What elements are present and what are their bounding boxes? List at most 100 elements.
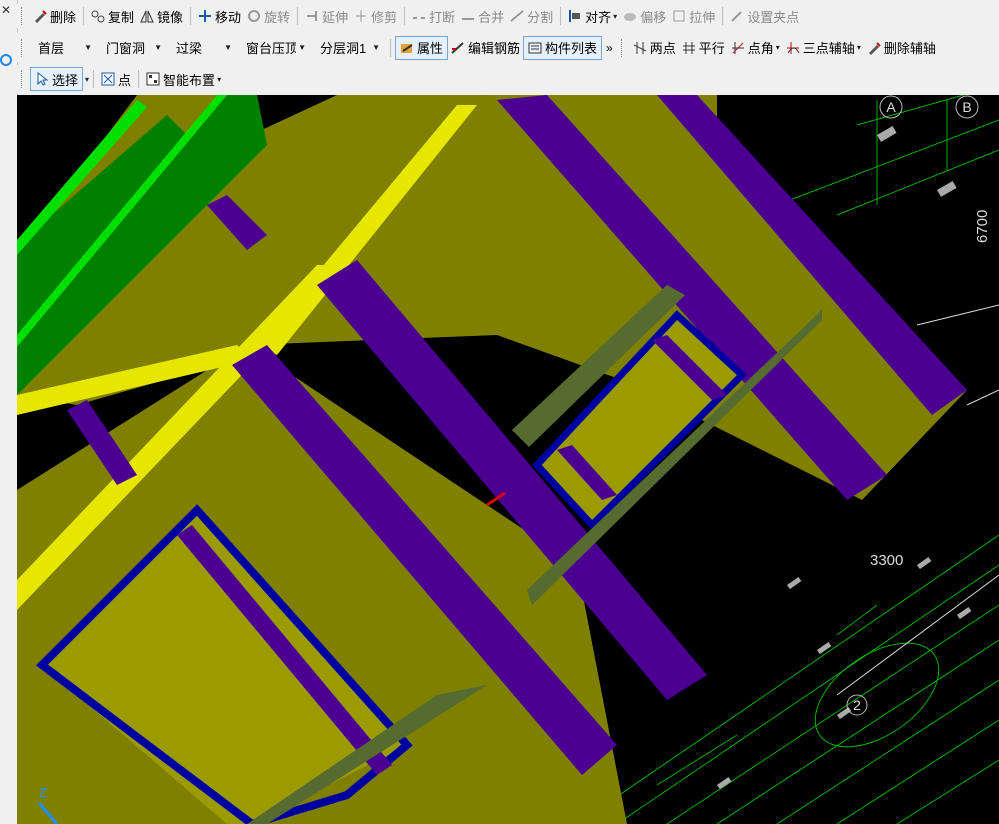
merge-button[interactable]: 合并 <box>458 5 507 27</box>
point-button[interactable]: 点 <box>98 68 134 90</box>
component-list-label: 构件列表 <box>545 41 598 56</box>
dimension-6700: 6700 <box>974 210 991 243</box>
toolbar-grip[interactable] <box>620 38 625 57</box>
point-angle-button[interactable]: 点角 ▾ <box>728 37 783 59</box>
merge-icon <box>461 9 475 23</box>
chevron-down-icon: ▾ <box>613 11 618 21</box>
stretch-icon <box>672 9 686 23</box>
chevron-down-icon: ▾ <box>856 43 861 52</box>
smart-layout-button[interactable]: 智能布置 ▾ <box>143 68 224 90</box>
type-select[interactable]: 过梁 ▼ <box>168 37 238 59</box>
offset-icon <box>623 9 637 23</box>
point-icon <box>101 72 115 86</box>
three-point-axis-button[interactable]: 三点辅轴 ▾ <box>783 37 864 59</box>
panel-pin-icon[interactable] <box>0 54 12 66</box>
point-angle-icon <box>731 41 745 55</box>
dimension-3300: 3300 <box>870 552 903 569</box>
toolbar-grip[interactable] <box>21 38 25 57</box>
component-value: 窗台压顶 <box>246 41 296 56</box>
select-label: 选择 <box>52 72 79 88</box>
offset-label: 偏移 <box>640 9 667 25</box>
rotate-button[interactable]: 旋转 <box>244 5 293 27</box>
properties-button[interactable]: 属性 <box>395 35 449 60</box>
z-axis-label: Z <box>39 785 47 800</box>
move-label: 移动 <box>215 9 242 25</box>
axis-b-label: B <box>962 99 971 115</box>
chevron-down-icon: ▼ <box>372 43 380 52</box>
chevron-down-icon: ▼ <box>224 43 232 52</box>
align-button[interactable]: 对齐 ▾ <box>565 5 620 27</box>
separator <box>560 7 562 25</box>
parallel-label: 平行 <box>698 41 725 56</box>
layer-select[interactable]: 分层洞1 ▼ <box>312 37 386 59</box>
delete-axis-label: 删除辅轴 <box>883 41 936 56</box>
separator <box>722 7 724 25</box>
component-list-button[interactable]: 构件列表 <box>523 35 603 60</box>
chevron-down-icon: ▾ <box>775 43 780 52</box>
delete-axis-button[interactable]: 删除辅轴 <box>864 37 939 59</box>
trim-label: 修剪 <box>371 9 398 25</box>
move-button[interactable]: 移动 <box>195 5 244 27</box>
copy-button[interactable]: 复制 <box>88 5 137 27</box>
parallel-button[interactable]: 平行 <box>679 37 728 59</box>
separator <box>93 70 95 88</box>
left-panel-strip: ✕ <box>0 0 18 824</box>
split-icon <box>510 9 524 23</box>
break-label: 打断 <box>429 9 456 25</box>
split-label: 分割 <box>527 9 554 25</box>
split-button[interactable]: 分割 <box>507 5 556 27</box>
edit-rebar-icon <box>451 41 465 55</box>
cursor-arrow-icon <box>35 71 49 86</box>
trim-button[interactable]: 修剪 <box>351 5 400 27</box>
align-label: 对齐 <box>585 9 612 25</box>
align-icon <box>568 9 582 23</box>
select-button[interactable]: 选择 <box>30 67 84 91</box>
two-points-label: 两点 <box>649 41 676 56</box>
edit-toolbar: 删除 复制 镜像 移动 旋转 延伸 修剪 打断 合并 分割 对齐 ▾ 偏移 拉伸 … <box>17 4 999 28</box>
two-points-button[interactable]: 两点 <box>630 37 679 59</box>
edit-rebar-button[interactable]: 编辑钢筋 <box>448 37 523 59</box>
offset-button[interactable]: 偏移 <box>620 5 669 27</box>
three-point-axis-label: 三点辅轴 <box>802 41 855 56</box>
close-icon[interactable]: ✕ <box>1 3 11 17</box>
trim-icon <box>354 9 368 23</box>
toolbar-overflow-chevron[interactable]: » <box>606 41 613 55</box>
mirror-label: 镜像 <box>157 9 184 25</box>
properties-icon <box>400 41 414 55</box>
separator <box>404 7 406 25</box>
floor-select[interactable]: 首层 ▼ <box>30 37 98 59</box>
toolbar-grip[interactable] <box>21 70 25 88</box>
separator <box>83 7 85 25</box>
stretch-button[interactable]: 拉伸 <box>669 5 718 27</box>
delete-button[interactable]: 删除 <box>30 5 79 27</box>
set-grip-point-button[interactable]: 设置夹点 <box>727 5 802 27</box>
chevron-down-icon: ▾ <box>217 74 222 84</box>
mirror-icon <box>140 9 154 23</box>
rotate-label: 旋转 <box>264 9 291 25</box>
delete-icon <box>33 9 47 23</box>
floor-value: 首层 <box>38 41 65 56</box>
toolbar-grip[interactable] <box>21 7 25 25</box>
axis-a-label: A <box>886 99 896 115</box>
separator <box>138 70 140 88</box>
draw-toolbar: 选择 ▾ 点 智能布置 ▾ <box>17 65 999 93</box>
component-toolbar: 首层 ▼ 门窗洞 ▼ 过梁 ▼ 窗台压顶 ▼ 分层洞1 ▼ 属性 编辑钢筋 构件列表 » … <box>17 33 999 62</box>
model-3d-view[interactable]: A B 2 6700 3300 Z <box>17 95 999 824</box>
move-icon <box>198 9 212 23</box>
separator <box>297 7 299 25</box>
parallel-axis-icon <box>682 41 696 55</box>
layer-value: 分层洞1 <box>320 41 367 56</box>
mirror-button[interactable]: 镜像 <box>137 5 186 27</box>
point-label: 点 <box>118 72 132 88</box>
break-button[interactable]: 打断 <box>409 5 458 27</box>
properties-label: 属性 <box>417 41 444 56</box>
smart-layout-label: 智能布置 <box>163 72 216 88</box>
extend-button[interactable]: 延伸 <box>302 5 351 27</box>
component-select[interactable]: 窗台压顶 ▼ <box>238 37 312 59</box>
chevron-down-icon: ▼ <box>84 43 92 52</box>
drawing-viewport[interactable]: A B 2 6700 3300 Z <box>17 95 999 824</box>
category-select[interactable]: 门窗洞 ▼ <box>98 37 168 59</box>
edit-rebar-label: 编辑钢筋 <box>468 41 521 56</box>
chevron-down-icon[interactable]: ▾ <box>85 75 89 84</box>
break-icon <box>412 9 426 23</box>
